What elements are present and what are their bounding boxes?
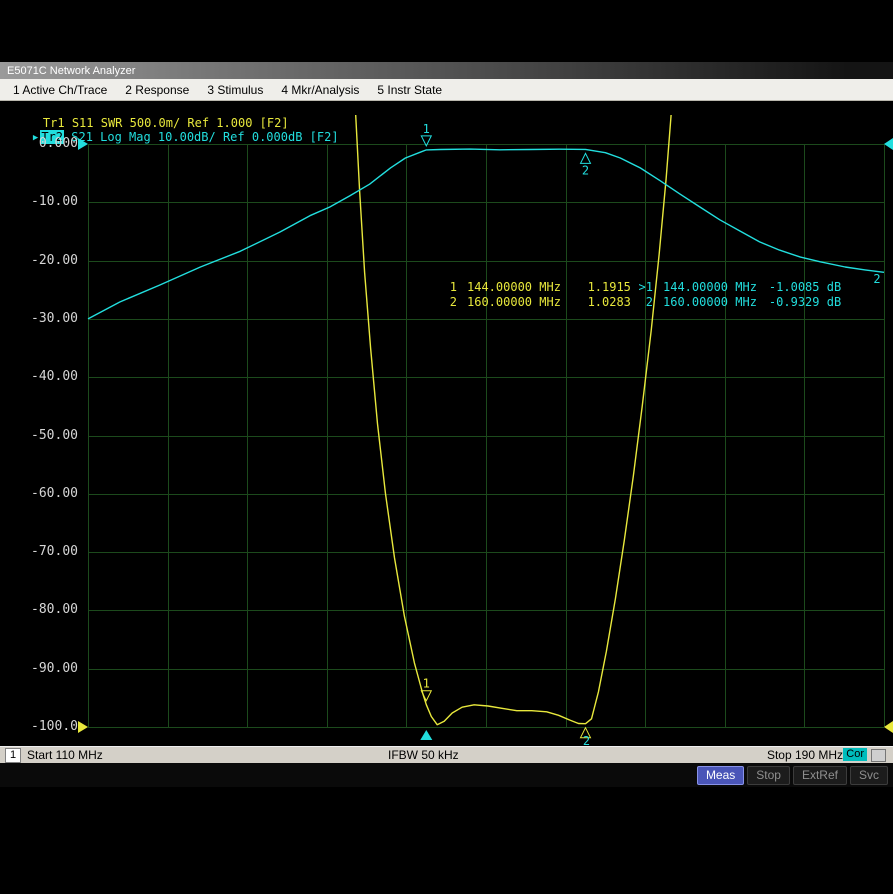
menu-item-5[interactable]: 5 Instr State: [377, 83, 442, 97]
y-axis-label: -80.00: [6, 602, 78, 618]
ifbw-label: IFBW 50 kHz: [388, 748, 459, 762]
start-frequency-label: Start 110 MHz: [27, 748, 103, 762]
softkey-extref[interactable]: ExtRef: [793, 766, 847, 785]
y-axis-label: -40.00: [6, 369, 78, 385]
marker-row: 2 160.00000 MHz -0.9329 dB: [633, 295, 841, 310]
y-axis-label: -60.00: [6, 486, 78, 502]
trace2-params: S21 Log Mag 10.00dB/ Ref 0.000dB [F2]: [64, 130, 339, 144]
marker-frequency: 144.00000 MHz: [467, 280, 561, 295]
stop-frequency-label: Stop 190 MHz: [767, 748, 843, 762]
marker-number-label: 1: [423, 677, 430, 691]
marker-row: 2 160.00000 MHz 1.0283: [437, 295, 631, 310]
marker-number: 2: [437, 295, 457, 310]
marker-row: >1 144.00000 MHz -1.0085 dB: [633, 280, 841, 295]
status-mini-box: [871, 749, 886, 762]
menu-item-1[interactable]: 1 Active Ch/Trace: [13, 83, 107, 97]
menu-bar: 1 Active Ch/Trace 2 Response 3 Stimulus 4 M…: [0, 79, 893, 101]
status-bar: 1 Start 110 MHz IFBW 50 kHz Stop 190 MHz…: [0, 746, 893, 763]
marker-value: 1.1915: [573, 280, 631, 295]
ref-level-arrow-right: [884, 721, 893, 733]
ref-level-arrow-left: [78, 721, 88, 733]
softkey-bar: MeasStopExtRefSvc: [0, 763, 893, 787]
ref-level-arrow-right: [884, 138, 893, 150]
marker-value: -1.0085 dB: [769, 280, 841, 295]
marker-number-label: 2: [582, 163, 589, 177]
y-axis-label: -70.00: [6, 544, 78, 560]
window-titlebar[interactable]: E5071C Network Analyzer: [0, 62, 893, 79]
y-axis-label: -50.00: [6, 428, 78, 444]
instrument-screen: E5071C Network Analyzer 1 Active Ch/Trac…: [0, 0, 893, 894]
marker-row: 1 144.00000 MHz 1.1915: [437, 280, 631, 295]
menu-item-2[interactable]: 2 Response: [125, 83, 189, 97]
marker-number: 1: [437, 280, 457, 295]
channel-indicator: 1: [5, 748, 21, 763]
marker-number-label: 1: [423, 122, 430, 136]
y-axis-label: -10.00: [6, 194, 78, 210]
marker-number: 2: [633, 295, 653, 310]
y-axis-label: -100.0: [6, 719, 78, 735]
softkey-svc[interactable]: Svc: [850, 766, 888, 785]
marker-frequency: 160.00000 MHz: [467, 295, 561, 310]
trace-end-number-label: 2: [873, 272, 880, 286]
correction-badge: Cor: [843, 748, 867, 761]
y-axis-label: -90.00: [6, 661, 78, 677]
softkey-meas[interactable]: Meas: [697, 766, 744, 785]
y-axis-label: 0.000: [6, 136, 78, 152]
marker-value: -0.9329 dB: [769, 295, 841, 310]
marker-number: >1: [633, 280, 653, 295]
grid-lines: [88, 144, 885, 728]
y-axis-label: -20.00: [6, 253, 78, 269]
trace-tr1: [356, 115, 671, 725]
marker-frequency: 144.00000 MHz: [663, 280, 757, 295]
y-axis-label: -30.00: [6, 311, 78, 327]
marker-frequency: 160.00000 MHz: [663, 295, 757, 310]
menu-item-4[interactable]: 4 Mkr/Analysis: [281, 83, 359, 97]
window-title: E5071C Network Analyzer: [7, 65, 135, 77]
marker-readout-tr2: >1 144.00000 MHz -1.0085 dB 2 160.00000 …: [633, 280, 841, 310]
active-marker-stimulus-indicator: [420, 730, 432, 740]
softkey-stop[interactable]: Stop: [747, 766, 790, 785]
marker-value: 1.0283: [573, 295, 631, 310]
marker-2-tr2-icon[interactable]: [581, 153, 591, 163]
menu-item-3[interactable]: 3 Stimulus: [207, 83, 263, 97]
marker-readout-tr1: 1 144.00000 MHz 1.1915 2 160.00000 MHz 1…: [437, 280, 631, 310]
